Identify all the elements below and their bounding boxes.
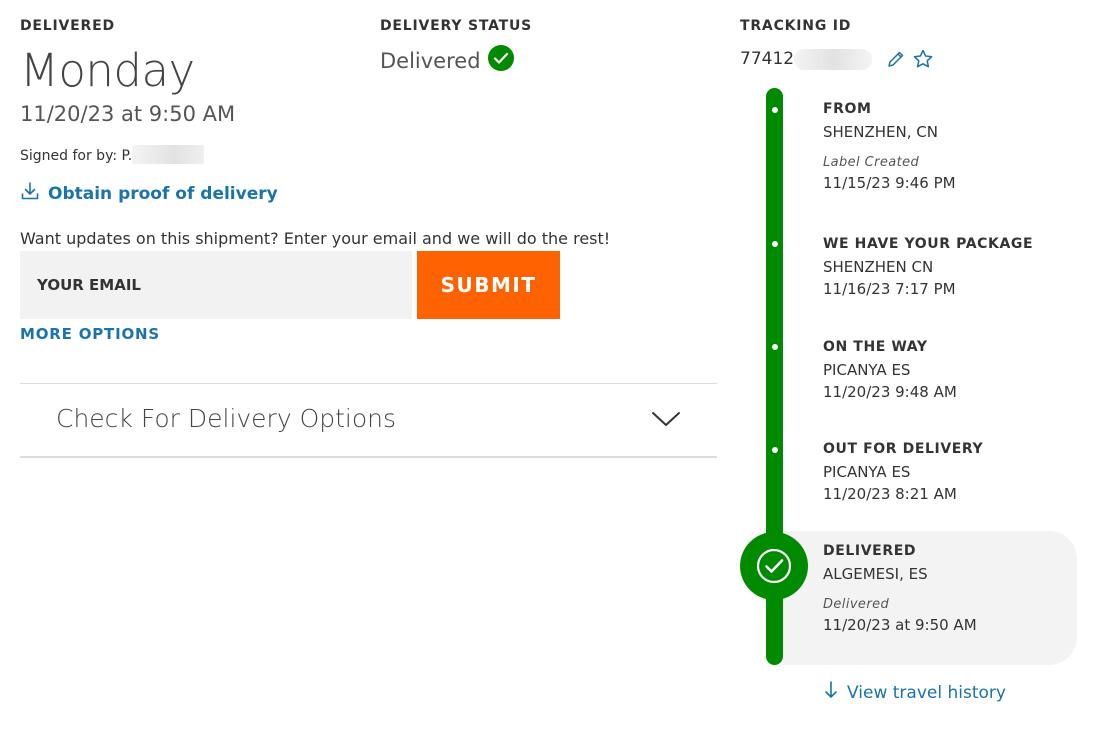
event-location: PICANYA ES — [823, 361, 911, 379]
timeline-dot — [772, 344, 778, 350]
check-circle-icon — [487, 44, 515, 77]
tracking-id: 77412 — [740, 48, 934, 70]
event-date: 11/15/23 9:46 PM — [823, 174, 956, 192]
delivery-options-accordion[interactable]: Check For Delivery Options — [20, 383, 717, 458]
delivered-label: DELIVERED — [20, 18, 115, 34]
accordion-title: Check For Delivery Options — [56, 404, 397, 433]
event-status: Label Created — [823, 155, 920, 170]
submit-button[interactable]: SUBMIT — [417, 251, 560, 319]
timeline-event: ON THE WAY PICANYA ES 11/20/23 9:48 AM — [823, 339, 957, 401]
tracking-id-value: 77412 — [740, 49, 795, 69]
event-title: WE HAVE YOUR PACKAGE — [823, 236, 1034, 252]
proof-of-delivery-link[interactable]: Obtain proof of delivery — [20, 181, 278, 206]
chevron-down-icon — [651, 410, 681, 432]
timeline-dot — [772, 447, 778, 453]
event-date: 11/20/23 8:21 AM — [823, 485, 957, 503]
redacted-tracking — [794, 48, 873, 70]
timeline-dot — [772, 107, 778, 113]
download-icon — [20, 181, 40, 206]
event-title: ON THE WAY — [823, 339, 928, 355]
event-date: 11/20/23 9:48 AM — [823, 383, 957, 401]
email-placeholder: YOUR EMAIL — [37, 276, 141, 294]
signed-for: Signed for by: P. — [20, 145, 205, 164]
event-location: SHENZHEN, CN — [823, 123, 938, 141]
timeline-event: WE HAVE YOUR PACKAGE SHENZHEN CN 11/16/2… — [823, 236, 1033, 298]
pencil-icon[interactable] — [886, 49, 906, 69]
delivery-status-label: DELIVERY STATUS — [380, 18, 533, 34]
view-travel-history-label: View travel history — [847, 682, 1006, 703]
delivery-datetime: 11/20/23 at 9:50 AM — [20, 102, 236, 126]
star-icon[interactable] — [912, 48, 934, 70]
email-input[interactable]: YOUR EMAIL — [20, 251, 412, 319]
event-location: SHENZHEN CN — [823, 258, 934, 276]
arrow-down-icon — [823, 680, 839, 705]
view-travel-history-link[interactable]: View travel history — [823, 680, 1006, 705]
event-location: PICANYA ES — [823, 463, 911, 481]
timeline-event-delivered: DELIVERED ALGEMESI, ES Delivered 11/20/2… — [823, 543, 977, 634]
updates-prompt: Want updates on this shipment? Enter you… — [20, 229, 611, 248]
timeline-event: FROM SHENZHEN, CN Label Created 11/15/23… — [823, 101, 956, 192]
delivered-check-icon — [740, 532, 808, 600]
event-title: FROM — [823, 101, 872, 117]
event-status: Delivered — [823, 597, 890, 612]
delivery-status: Delivered — [380, 44, 515, 77]
event-title: OUT FOR DELIVERY — [823, 441, 984, 457]
more-options-link[interactable]: MORE OPTIONS — [20, 325, 160, 343]
delivery-day: Monday — [20, 44, 195, 97]
event-date: 11/20/23 at 9:50 AM — [823, 616, 977, 634]
redacted-name — [132, 145, 205, 164]
delivery-status-value: Delivered — [380, 48, 481, 73]
event-date: 11/16/23 7:17 PM — [823, 280, 956, 298]
signed-for-text: Signed for by: P. — [20, 148, 133, 164]
timeline-dot — [772, 241, 778, 247]
proof-of-delivery-label: Obtain proof of delivery — [48, 183, 278, 204]
event-location: ALGEMESI, ES — [823, 565, 928, 583]
tracking-id-label: TRACKING ID — [740, 18, 852, 34]
timeline-event: OUT FOR DELIVERY PICANYA ES 11/20/23 8:2… — [823, 441, 983, 503]
event-title: DELIVERED — [823, 543, 917, 559]
